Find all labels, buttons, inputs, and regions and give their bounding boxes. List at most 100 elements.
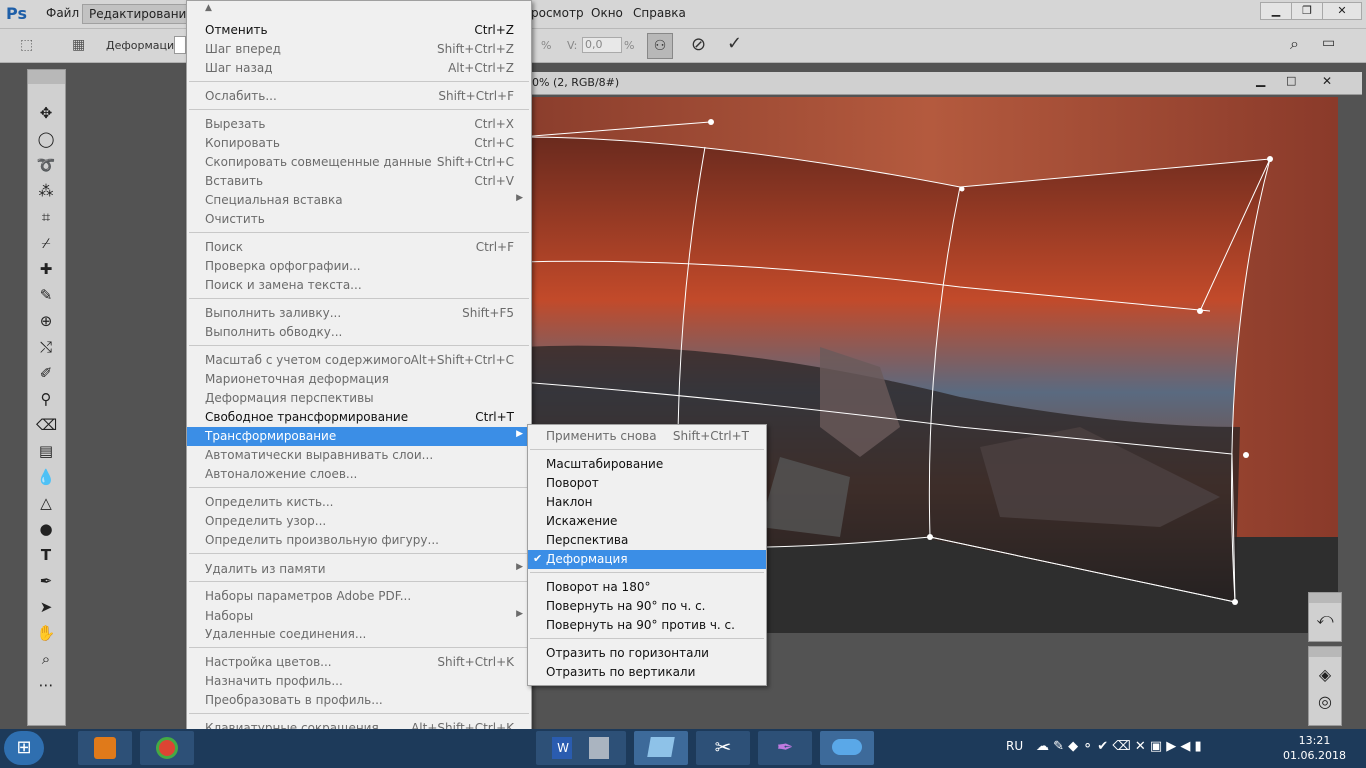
submenu-item-flip-vertical[interactable]: Отразить по вертикали xyxy=(528,663,766,682)
eraser-tool-icon[interactable]: ⌫ xyxy=(36,415,57,435)
menu-item-content-aware-scale[interactable]: Масштаб с учетом содержимого Alt+Shift+Ct… xyxy=(187,351,531,370)
menu-help[interactable]: Справка xyxy=(633,6,686,20)
submenu-item-skew[interactable]: Наклон xyxy=(528,493,766,512)
eyedropper-tool-icon[interactable]: ⌿ xyxy=(36,233,56,253)
menu-item-copy-merged[interactable]: Скопировать совмещенные данные Shift+Ctrl… xyxy=(187,153,531,172)
menu-item-free-transform[interactable]: Свободное трансформирование Ctrl+T xyxy=(187,408,531,427)
history-brush-tool-icon[interactable]: ⤭ xyxy=(36,337,56,357)
submenu-item-scale[interactable]: Масштабирование xyxy=(528,455,766,474)
minimize-button[interactable]: ▁ xyxy=(1260,2,1292,20)
menu-item-find-replace[interactable]: Поиск и замена текста... xyxy=(187,276,531,295)
menu-item-search[interactable]: Поиск Ctrl+F xyxy=(187,238,531,257)
submenu-item-rotate[interactable]: Поворот xyxy=(528,474,766,493)
menu-item-define-pattern[interactable]: Определить узор... xyxy=(187,512,531,531)
crop-tool-icon[interactable]: ⌗ xyxy=(36,207,56,227)
menu-view[interactable]: росмотр xyxy=(531,6,584,20)
pen-tool-icon[interactable]: ✒ xyxy=(36,571,56,591)
language-indicator[interactable]: RU xyxy=(1006,739,1023,753)
menu-item-transform[interactable]: Трансформирование ▶ xyxy=(187,427,531,446)
menu-item-copy[interactable]: Копировать Ctrl+C xyxy=(187,134,531,153)
sharpen-tool-icon[interactable]: △ xyxy=(36,493,56,513)
menu-item-paste-special[interactable]: Специальная вставка ▶ xyxy=(187,191,531,210)
menu-item-define-shape[interactable]: Определить произвольную фигуру... xyxy=(187,531,531,550)
path-selection-tool-icon[interactable]: ➤ xyxy=(36,597,56,617)
menu-item-remote-connections[interactable]: Удаленные соединения... xyxy=(187,625,531,644)
menu-item-auto-align-layers[interactable]: Автоматически выравнивать слои... xyxy=(187,446,531,465)
submenu-item-rotate-180[interactable]: Поворот на 180° xyxy=(528,578,766,597)
layers-icon[interactable]: ◈ xyxy=(1309,665,1341,684)
more-tools-icon[interactable]: ⋯ xyxy=(36,675,56,695)
menu-item-color-settings[interactable]: Настройка цветов... Shift+Ctrl+K xyxy=(187,653,531,672)
menu-item-auto-blend-layers[interactable]: Автоналожение слоев... xyxy=(187,465,531,484)
menu-item-cut[interactable]: Вырезать Ctrl+X xyxy=(187,115,531,134)
chrome-taskbar-icon[interactable] xyxy=(140,731,194,765)
menu-edit[interactable]: Редактирование xyxy=(82,4,201,24)
submenu-item-rotate-90-cw[interactable]: Повернуть на 90° по ч. с. xyxy=(528,597,766,616)
menu-item-define-brush[interactable]: Определить кисть... xyxy=(187,493,531,512)
menu-item-clear[interactable]: Очистить xyxy=(187,210,531,229)
submenu-item-warp[interactable]: ✔ Деформация xyxy=(528,550,766,569)
menu-item-fill[interactable]: Выполнить заливку... Shift+F5 xyxy=(187,304,531,323)
move-tool-icon[interactable]: ✥ xyxy=(36,103,56,123)
tools-panel-header[interactable] xyxy=(28,70,65,84)
taskbar-clock[interactable]: 13:21 01.06.2018 xyxy=(1283,733,1346,763)
menu-item-pdf-presets[interactable]: Наборы параметров Adobe PDF... xyxy=(187,587,531,606)
menu-item-convert-profile[interactable]: Преобразовать в профиль... xyxy=(187,691,531,710)
doc-minimize-icon[interactable]: ▁ xyxy=(1256,73,1265,87)
menu-item-undo[interactable]: Отменить Ctrl+Z xyxy=(187,21,531,40)
brush-tool-2-icon[interactable]: ✐ xyxy=(36,363,56,383)
warp-mode-toggle-icon[interactable]: ⚇ xyxy=(647,33,673,59)
marquee-tool-icon[interactable]: ◯ xyxy=(36,129,56,149)
tray-icons[interactable]: ☁ ✎ ◆ ⚬ ✔ ⌫ ✕ ▣ ▶ ◀ ▮ xyxy=(1036,739,1202,754)
gradient-tool-icon[interactable]: ▤ xyxy=(36,441,56,461)
cancel-transform-icon[interactable]: ⊘ xyxy=(691,34,706,55)
reference-point-icon[interactable]: ▦ xyxy=(72,37,85,53)
doc-close-icon[interactable]: ✕ xyxy=(1322,74,1332,88)
app-taskbar-icon[interactable] xyxy=(634,731,688,765)
restore-button[interactable]: ❐ xyxy=(1291,2,1323,20)
close-button[interactable]: ✕ xyxy=(1322,2,1362,20)
feather-app-taskbar-icon[interactable]: ✒ xyxy=(758,731,812,765)
menu-item-step-backward[interactable]: Шаг назад Alt+Ctrl+Z xyxy=(187,59,531,78)
start-button-icon[interactable]: ⊞ xyxy=(4,731,44,765)
submenu-item-again[interactable]: Применить снова Shift+Ctrl+T xyxy=(528,427,766,446)
warp-style-select[interactable] xyxy=(174,36,186,54)
menu-window[interactable]: Окно xyxy=(591,6,623,20)
mini-panel-header-2[interactable] xyxy=(1309,647,1341,657)
active-app-taskbar-icon[interactable] xyxy=(820,731,874,765)
magic-wand-tool-icon[interactable]: ⁂ xyxy=(36,181,56,201)
submenu-item-distort[interactable]: Искажение xyxy=(528,512,766,531)
scroll-up-icon[interactable]: ▲ xyxy=(205,3,212,13)
submenu-item-perspective[interactable]: Перспектива xyxy=(528,531,766,550)
menu-item-purge[interactable]: Удалить из памяти ▶ xyxy=(187,560,531,579)
mini-panel-header[interactable] xyxy=(1309,593,1341,603)
menu-item-presets[interactable]: Наборы ▶ xyxy=(187,607,531,626)
media-player-taskbar-icon[interactable] xyxy=(78,731,132,765)
zoom-tool-icon[interactable]: ⌕ xyxy=(36,649,56,669)
snipping-tool-taskbar-icon[interactable]: ✂ xyxy=(696,731,750,765)
menu-item-perspective-warp[interactable]: Деформация перспективы xyxy=(187,389,531,408)
submenu-item-rotate-90-ccw[interactable]: Повернуть на 90° против ч. с. xyxy=(528,616,766,635)
menu-item-step-forward[interactable]: Шаг вперед Shift+Ctrl+Z xyxy=(187,40,531,59)
document-title-bar[interactable]: 0% (2, RGB/8#) ▁ □ ✕ xyxy=(520,72,1362,95)
menu-item-paste[interactable]: Вставить Ctrl+V xyxy=(187,172,531,191)
history-icon[interactable]: ⤺ xyxy=(1309,609,1341,629)
menu-item-stroke[interactable]: Выполнить обводку... xyxy=(187,323,531,342)
doc-restore-icon[interactable]: □ xyxy=(1286,74,1296,87)
healing-brush-tool-icon[interactable]: ✚ xyxy=(36,259,56,279)
dodge-tool-icon[interactable]: ● xyxy=(36,519,56,539)
stamp-tool-icon[interactable]: ⚲ xyxy=(36,389,56,409)
hand-tool-icon[interactable]: ✋ xyxy=(36,623,56,643)
menu-item-spell-check[interactable]: Проверка орфографии... xyxy=(187,257,531,276)
commit-transform-icon[interactable]: ✓ xyxy=(727,33,742,54)
search-icon[interactable]: ⌕ xyxy=(1290,34,1299,54)
blur-tool-icon[interactable]: 💧 xyxy=(36,467,56,487)
lasso-tool-icon[interactable]: ➰ xyxy=(36,155,56,175)
v-field[interactable]: 0,0 xyxy=(582,37,622,53)
menu-file[interactable]: Файл xyxy=(46,6,79,20)
brush-tool-icon[interactable]: ✎ xyxy=(36,285,56,305)
channels-icon[interactable]: ◎ xyxy=(1309,692,1341,711)
submenu-item-flip-horizontal[interactable]: Отразить по горизонтали xyxy=(528,644,766,663)
menu-item-puppet-warp[interactable]: Марионеточная деформация xyxy=(187,370,531,389)
menu-item-assign-profile[interactable]: Назначить профиль... xyxy=(187,672,531,691)
